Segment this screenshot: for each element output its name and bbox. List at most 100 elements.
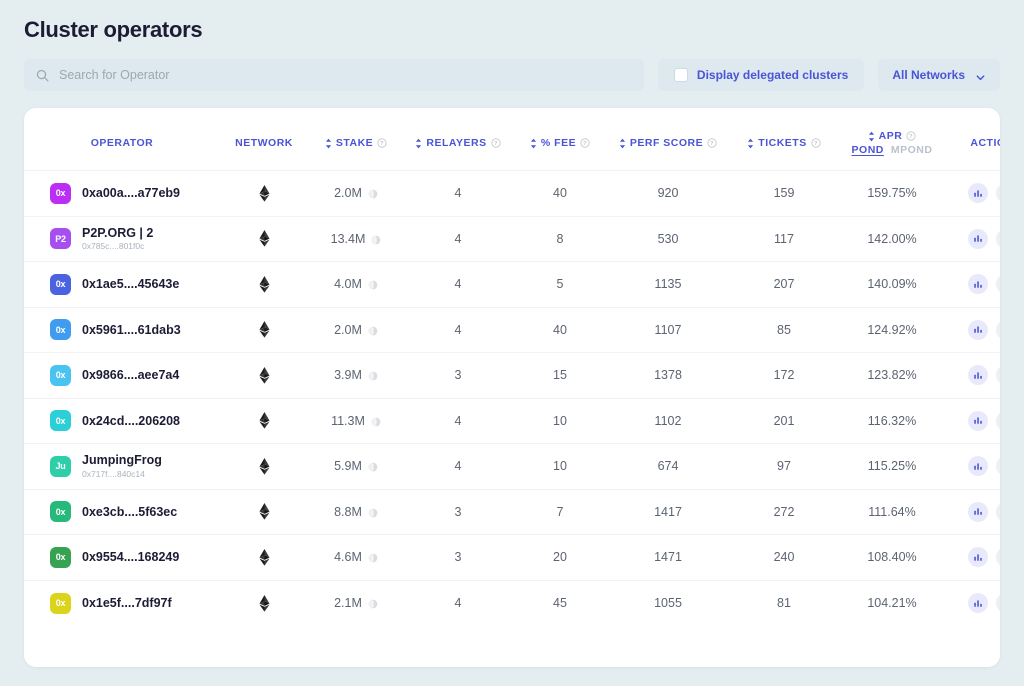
table-row[interactable]: 0x 0xa00a....a77eb9 2.0M 4 40 920 159 159.75% bbox=[24, 170, 1000, 217]
sort-icon[interactable] bbox=[415, 138, 422, 149]
cell-operator[interactable]: 0x 0x9866....aee7a4 bbox=[24, 353, 220, 399]
chart-icon[interactable] bbox=[968, 228, 988, 249]
chevron-down-icon bbox=[975, 70, 986, 81]
cell-fee: 40 bbox=[553, 186, 567, 201]
chart-icon[interactable] bbox=[968, 274, 988, 295]
stake-value: 11.3M bbox=[331, 413, 365, 428]
column-header-operator[interactable]: OPERATOR bbox=[24, 108, 220, 171]
share-icon[interactable] bbox=[996, 183, 1000, 204]
sort-icon[interactable] bbox=[530, 138, 537, 149]
chart-icon[interactable] bbox=[968, 183, 988, 204]
stake-value: 2.0M bbox=[334, 322, 362, 337]
info-icon[interactable]: ? bbox=[707, 138, 717, 148]
share-icon[interactable] bbox=[996, 547, 1000, 568]
network-filter-dropdown[interactable]: All Networks bbox=[878, 59, 1000, 91]
table-row[interactable]: 0x 0x9866....aee7a4 3.9M 3 15 1378 172 123.82% bbox=[24, 352, 1000, 399]
sort-icon[interactable] bbox=[868, 131, 875, 142]
info-icon[interactable]: ? bbox=[491, 138, 501, 148]
cell-operator[interactable]: 0x 0x9554....168249 bbox=[24, 535, 220, 581]
chart-icon[interactable] bbox=[968, 593, 988, 613]
cell-fee: 5 bbox=[556, 277, 564, 292]
table-row[interactable]: 0x 0x1e5f....7df97f 2.1M 4 45 1055 81 104.21% bbox=[24, 580, 1000, 626]
info-icon[interactable]: ? bbox=[906, 131, 916, 141]
share-icon[interactable] bbox=[996, 274, 1000, 295]
column-header-network[interactable]: NETWORK bbox=[220, 108, 308, 171]
token-icon bbox=[368, 552, 378, 563]
info-icon[interactable]: ? bbox=[377, 138, 387, 148]
cell-operator[interactable]: 0x 0x1ae5....45643e bbox=[24, 262, 220, 308]
svg-text:?: ? bbox=[814, 141, 818, 147]
cell-operator[interactable]: 0x 0x5961....61dab3 bbox=[24, 307, 220, 353]
share-icon[interactable] bbox=[996, 501, 1000, 522]
operator-name: 0x5961....61dab3 bbox=[82, 322, 181, 337]
column-header-fee[interactable]: % FEE ? bbox=[512, 108, 608, 171]
search-box[interactable] bbox=[24, 59, 644, 91]
chart-icon[interactable] bbox=[968, 319, 988, 340]
cell-operator[interactable]: P2 P2P.ORG | 2 0x785c....801f0c bbox=[24, 216, 220, 262]
cell-action bbox=[944, 171, 1000, 217]
chart-icon[interactable] bbox=[968, 365, 988, 386]
cell-relayers: 3 bbox=[454, 504, 462, 519]
table-row[interactable]: 0x 0x5961....61dab3 2.0M 4 40 1107 85 124.92% bbox=[24, 307, 1000, 353]
cell-tickets: 85 bbox=[777, 322, 791, 337]
sort-icon[interactable] bbox=[747, 138, 754, 149]
share-icon[interactable] bbox=[996, 319, 1000, 340]
chart-icon[interactable] bbox=[968, 410, 988, 431]
operator-name: P2P.ORG | 2 bbox=[82, 225, 154, 240]
operator-name: JumpingFrog bbox=[82, 453, 162, 468]
cell-stake: 4.0M bbox=[308, 262, 404, 308]
info-icon[interactable]: ? bbox=[811, 138, 821, 148]
table-row[interactable]: 0x 0x24cd....206208 11.3M 4 10 1102 201 116.32% bbox=[24, 398, 1000, 444]
cell-stake: 2.0M bbox=[308, 307, 404, 353]
share-icon[interactable] bbox=[996, 593, 1000, 613]
apr-unit-pond[interactable]: POND bbox=[852, 144, 884, 156]
table-row[interactable]: 0x 0x1ae5....45643e 4.0M 4 5 1135 207 140.09% bbox=[24, 261, 1000, 308]
share-icon[interactable] bbox=[996, 456, 1000, 477]
cell-network bbox=[220, 262, 308, 308]
column-header-apr[interactable]: APR ? POND MPond bbox=[840, 108, 944, 171]
cell-relayers: 3 bbox=[454, 550, 462, 565]
cell-operator[interactable]: 0x 0xe3cb....5f63ec bbox=[24, 489, 220, 535]
share-icon[interactable] bbox=[996, 365, 1000, 386]
cell-action bbox=[944, 216, 1000, 262]
cell-operator[interactable]: 0x 0xa00a....a77eb9 bbox=[24, 171, 220, 217]
cell-fee: 7 bbox=[556, 504, 564, 519]
operator-name: 0x9866....aee7a4 bbox=[82, 368, 180, 383]
apr-unit-mpond[interactable]: MPond bbox=[891, 144, 933, 156]
column-header-relayers[interactable]: RELAYERS ? bbox=[404, 108, 512, 171]
cell-operator[interactable]: 0x 0x24cd....206208 bbox=[24, 398, 220, 444]
stake-value: 4.0M bbox=[334, 277, 362, 292]
share-icon[interactable] bbox=[996, 228, 1000, 249]
cell-tickets: 272 bbox=[773, 504, 795, 519]
cell-relayers: 4 bbox=[454, 322, 462, 337]
sort-icon[interactable] bbox=[325, 138, 332, 149]
delegated-checkbox[interactable] bbox=[673, 68, 688, 82]
share-icon[interactable] bbox=[996, 410, 1000, 431]
delegated-label: Display delegated clusters bbox=[696, 68, 849, 82]
cell-operator[interactable]: Ju JumpingFrog 0x717f....840c14 bbox=[24, 444, 220, 490]
column-header-tickets[interactable]: TICKETS ? bbox=[728, 108, 840, 171]
column-header-stake[interactable]: STAKE ? bbox=[308, 108, 404, 171]
cell-fee: 45 bbox=[553, 596, 567, 610]
svg-text:?: ? bbox=[583, 141, 587, 147]
chart-icon[interactable] bbox=[968, 456, 988, 477]
cell-apr: 111.64% bbox=[868, 504, 916, 519]
chart-icon[interactable] bbox=[968, 547, 988, 568]
cell-operator[interactable]: 0x 0x1e5f....7df97f bbox=[24, 580, 220, 626]
cell-perf-score: 1417 bbox=[654, 504, 682, 519]
operator-name: 0x24cd....206208 bbox=[82, 413, 180, 428]
cell-stake: 2.1M bbox=[308, 580, 404, 626]
display-delegated-clusters-toggle[interactable]: Display delegated clusters bbox=[657, 59, 865, 91]
table-row[interactable]: 0x 0xe3cb....5f63ec 8.8M 3 7 1417 272 111.64% bbox=[24, 489, 1000, 535]
ethereum-icon bbox=[258, 321, 270, 338]
column-header-perf-score[interactable]: PERF SCORE ? bbox=[608, 108, 728, 171]
chart-icon[interactable] bbox=[968, 501, 988, 522]
table-row[interactable]: 0x 0x9554....168249 4.6M 3 20 1471 240 108.40% bbox=[24, 534, 1000, 581]
sort-icon[interactable] bbox=[619, 138, 626, 149]
table-row[interactable]: Ju JumpingFrog 0x717f....840c14 5.9M 4 10 674 9… bbox=[24, 443, 1000, 490]
column-label-tickets: TICKETS bbox=[758, 137, 807, 149]
token-icon bbox=[368, 370, 378, 381]
info-icon[interactable]: ? bbox=[580, 138, 590, 148]
search-input[interactable] bbox=[59, 68, 632, 82]
table-row[interactable]: P2 P2P.ORG | 2 0x785c....801f0c 13.4M 4 8 530 1… bbox=[24, 216, 1000, 262]
